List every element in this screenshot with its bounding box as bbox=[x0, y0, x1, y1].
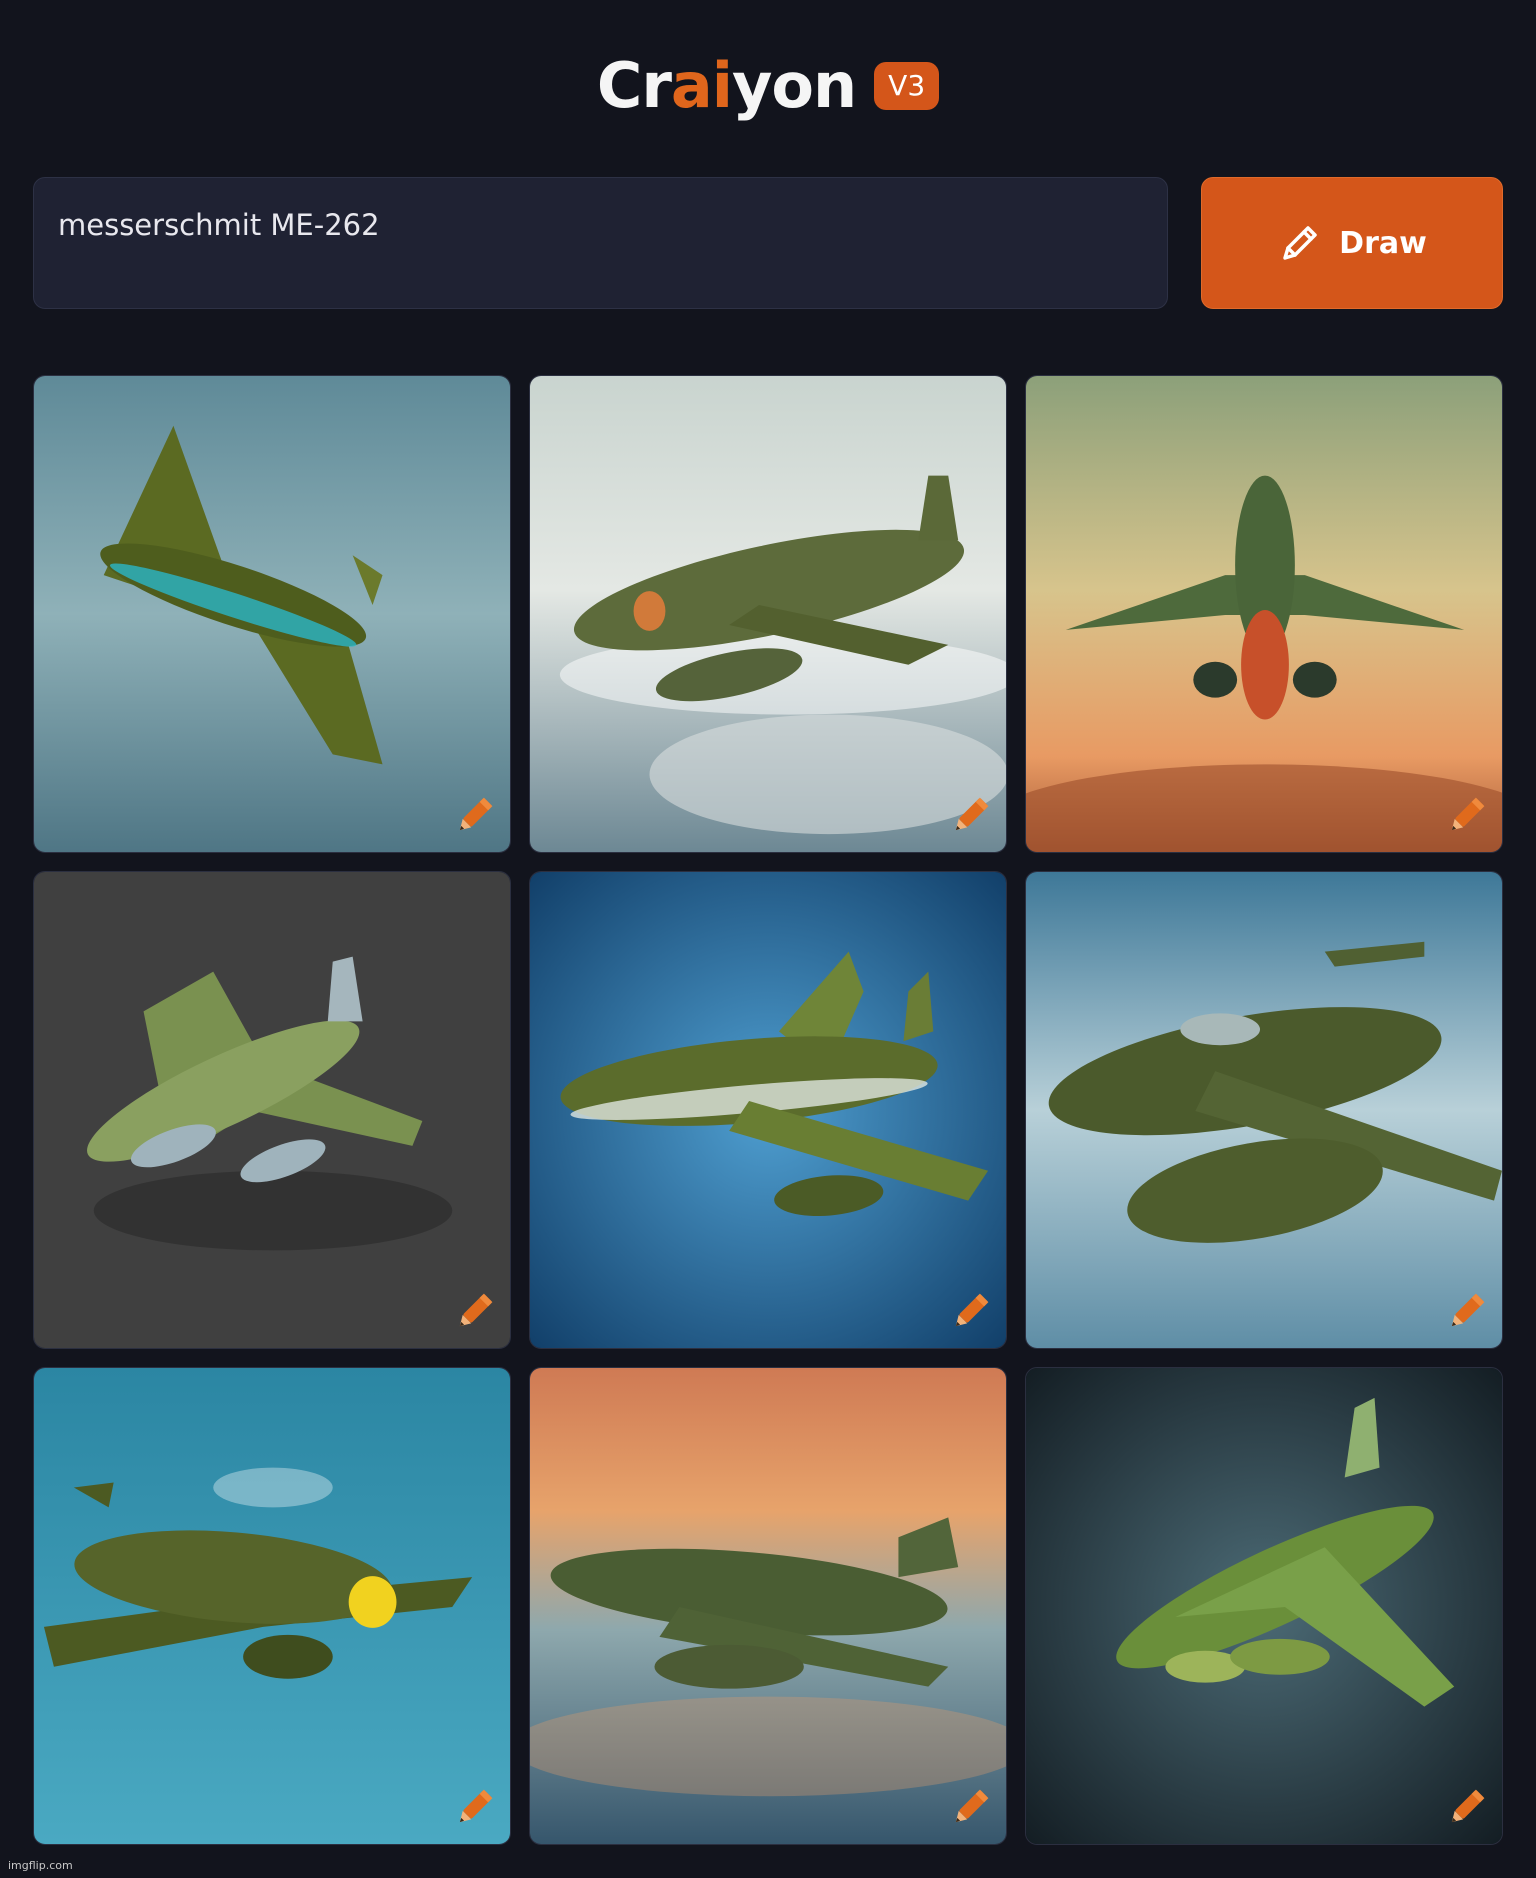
results-grid bbox=[33, 375, 1503, 1845]
draw-label: Draw bbox=[1339, 225, 1427, 261]
draw-button[interactable]: Draw bbox=[1201, 177, 1503, 309]
pencil-edit-icon[interactable] bbox=[452, 1290, 496, 1334]
result-image-1[interactable] bbox=[33, 375, 511, 853]
pencil-edit-icon[interactable] bbox=[1444, 794, 1488, 838]
prompt-input[interactable] bbox=[58, 208, 1143, 242]
jet-image bbox=[1026, 376, 1502, 852]
result-image-4[interactable] bbox=[33, 871, 511, 1349]
jet-image bbox=[1026, 1368, 1502, 1844]
pencil-edit-icon[interactable] bbox=[948, 1290, 992, 1334]
logo-suffix: yon bbox=[732, 48, 857, 122]
jet-image bbox=[34, 872, 510, 1348]
header: Craiyon V3 bbox=[0, 40, 1536, 130]
jet-image bbox=[34, 376, 510, 852]
watermark: imgflip.com bbox=[8, 1859, 73, 1872]
pencil-edit-icon[interactable] bbox=[1444, 1290, 1488, 1334]
jet-image bbox=[530, 872, 1006, 1348]
result-image-7[interactable] bbox=[33, 1367, 511, 1845]
result-image-5[interactable] bbox=[529, 871, 1007, 1349]
pencil-icon bbox=[1283, 226, 1317, 260]
result-image-8[interactable] bbox=[529, 1367, 1007, 1845]
result-image-3[interactable] bbox=[1025, 375, 1503, 853]
result-image-2[interactable] bbox=[529, 375, 1007, 853]
pencil-edit-icon[interactable] bbox=[948, 794, 992, 838]
jet-image bbox=[530, 1368, 1006, 1844]
logo-prefix: Cr bbox=[596, 48, 672, 122]
craiyon-logo[interactable]: Craiyon bbox=[596, 48, 857, 122]
pencil-edit-icon[interactable] bbox=[452, 1786, 496, 1830]
jet-image bbox=[34, 1368, 510, 1844]
jet-image bbox=[530, 376, 1006, 852]
prompt-box[interactable] bbox=[33, 177, 1168, 309]
logo-accent: ai bbox=[670, 48, 733, 122]
jet-image bbox=[1026, 872, 1502, 1348]
result-image-6[interactable] bbox=[1025, 871, 1503, 1349]
pencil-edit-icon[interactable] bbox=[1444, 1786, 1488, 1830]
pencil-edit-icon[interactable] bbox=[948, 1786, 992, 1830]
version-badge: V3 bbox=[874, 62, 940, 110]
result-image-9[interactable] bbox=[1025, 1367, 1503, 1845]
pencil-edit-icon[interactable] bbox=[452, 794, 496, 838]
